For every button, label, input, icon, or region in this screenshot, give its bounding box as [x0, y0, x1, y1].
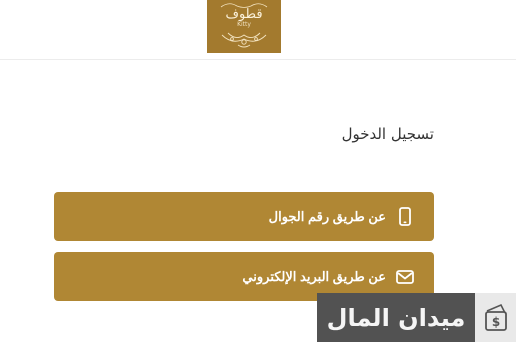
svg-text:$: $: [491, 315, 499, 329]
login-title: تسجيل الدخول: [341, 125, 434, 143]
login-with-phone-button[interactable]: عن طريق رقم الجوال: [54, 192, 434, 241]
watermark-badge: ميدان المال $: [317, 293, 516, 342]
logo-ornament-icon: [221, 32, 267, 48]
login-with-phone-label: عن طريق رقم الجوال: [268, 208, 386, 224]
logo-subtext: Kitty: [237, 21, 251, 28]
wallet-dollar-icon: $: [475, 293, 516, 342]
login-with-email-label: عن طريق البريد الإلكتروني: [242, 268, 386, 284]
logo-text: قطوف: [225, 7, 263, 22]
site-header: قطوف Kitty: [0, 0, 516, 60]
mobile-phone-icon: [396, 207, 414, 227]
envelope-icon: [396, 267, 414, 287]
watermark-text: ميدان المال: [317, 293, 475, 342]
store-logo[interactable]: قطوف Kitty: [207, 0, 281, 53]
